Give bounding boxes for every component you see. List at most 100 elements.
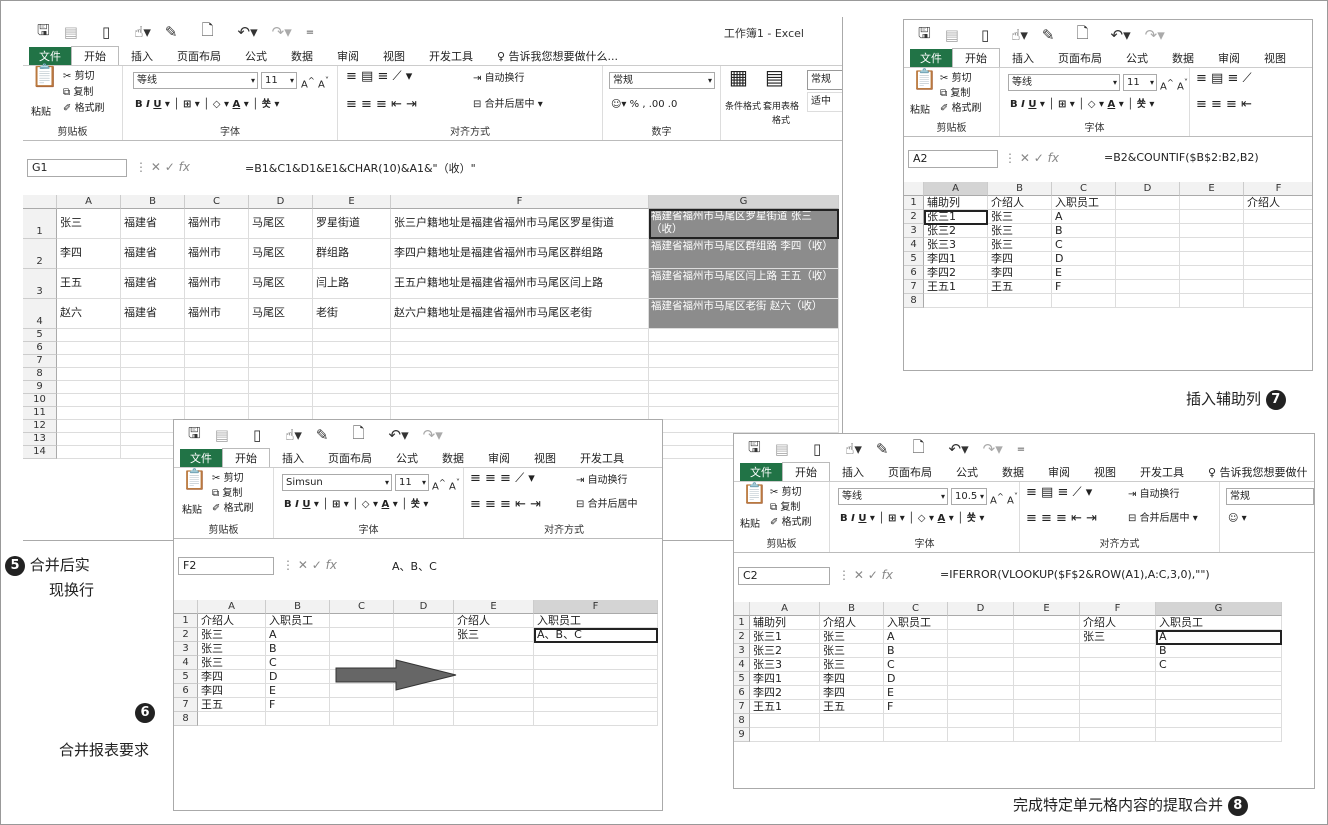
cell[interactable]: 张三 [57, 209, 121, 239]
tab-home[interactable]: 开始 [782, 462, 830, 482]
cell[interactable]: 张三 [820, 658, 884, 672]
tab-page-layout[interactable]: 页面布局 [1046, 49, 1114, 68]
cell[interactable]: 入职员工 [1156, 616, 1282, 630]
cell[interactable]: 张三 [820, 644, 884, 658]
column-header[interactable]: C [185, 195, 249, 209]
row-header[interactable]: 5 [734, 672, 750, 686]
number-format-buttons[interactable]: ☺▾ % , .00 .0 [611, 98, 677, 112]
column-header[interactable]: A [57, 195, 121, 209]
select-all-corner[interactable] [734, 602, 750, 616]
cell[interactable] [1080, 686, 1156, 700]
cell[interactable] [1244, 224, 1312, 238]
cell[interactable] [948, 672, 1014, 686]
cell[interactable]: 福建省 [121, 239, 185, 269]
style-normal[interactable]: 常规 [807, 70, 842, 90]
new-icon[interactable]: ▯ [981, 26, 989, 44]
cell[interactable]: 辅助列 [750, 616, 820, 630]
cell[interactable]: E [266, 684, 330, 698]
bold-italic-underline-buttons[interactable]: B I U ▾ │ ⊞ ▾ │ ◇ ▾ A ▾ │ 쑛 ▾ [135, 98, 279, 112]
cell[interactable]: 介绍人 [198, 614, 266, 628]
font-size-select[interactable]: 11 ▾ [1123, 74, 1157, 91]
brush-icon[interactable]: ✎ [876, 440, 889, 458]
halign-buttons[interactable]: ≡ ≡ ≡ ⇤ ⇥ [470, 498, 541, 512]
cell[interactable] [330, 628, 394, 642]
cell[interactable]: 李四户籍地址是福建省福州市马尾区群组路 [391, 239, 649, 269]
cell[interactable] [1244, 238, 1312, 252]
copy-button[interactable]: ⧉ 复制 [63, 86, 93, 100]
tab-file[interactable]: 文件 [740, 463, 782, 482]
format-painter-button[interactable]: ✐ 格式刷 [212, 502, 254, 516]
cell[interactable] [394, 712, 454, 726]
cell[interactable] [454, 656, 534, 670]
copy-button[interactable]: ⧉ 复制 [940, 87, 970, 101]
name-box[interactable]: F2 [178, 557, 274, 575]
cell[interactable] [1244, 210, 1312, 224]
paste-icon[interactable]: 📋 [912, 69, 937, 89]
tab-data[interactable]: 数据 [1160, 49, 1206, 68]
cell[interactable] [1156, 686, 1282, 700]
cell[interactable] [1156, 714, 1282, 728]
cell[interactable] [1180, 224, 1244, 238]
valign-buttons[interactable]: ≡ ≡ ≡ ⟋ ▾ [470, 472, 535, 486]
row-header[interactable]: 7 [23, 355, 57, 368]
cell[interactable] [534, 670, 658, 684]
cell[interactable] [1244, 294, 1312, 308]
cell[interactable]: 马尾区 [249, 299, 313, 329]
tab-insert[interactable]: 插入 [270, 449, 316, 468]
cell[interactable]: 赵六 [57, 299, 121, 329]
new-icon[interactable]: ▯ [253, 426, 261, 444]
tab-formulas[interactable]: 公式 [1114, 49, 1160, 68]
cell[interactable]: 张三 [454, 628, 534, 642]
cell[interactable] [1244, 266, 1312, 280]
cell[interactable] [1080, 700, 1156, 714]
halign-buttons[interactable]: ≡ ≡ ≡ ⇤ ⇥ [1026, 512, 1097, 526]
cell[interactable]: C [884, 658, 948, 672]
cell[interactable]: 入职员工 [266, 614, 330, 628]
cell[interactable] [391, 355, 649, 368]
select-all-corner[interactable] [23, 195, 57, 209]
cell[interactable] [1180, 210, 1244, 224]
cell[interactable] [948, 686, 1014, 700]
cell[interactable] [1080, 672, 1156, 686]
cell[interactable]: C [1052, 238, 1116, 252]
column-header[interactable]: A [924, 182, 988, 196]
cell[interactable]: F [266, 698, 330, 712]
column-header[interactable]: B [988, 182, 1052, 196]
tab-insert[interactable]: 插入 [1000, 49, 1046, 68]
cell[interactable] [249, 355, 313, 368]
font-name-select[interactable]: 等线 ▾ [133, 72, 258, 89]
cell[interactable]: 李四 [198, 684, 266, 698]
column-header[interactable]: E [454, 600, 534, 614]
cell[interactable]: 张三 [988, 224, 1052, 238]
fx-icon[interactable]: fx [179, 160, 190, 174]
wrap-text-button[interactable]: ⇥ 自动换行 [576, 474, 628, 488]
row-header[interactable]: 4 [904, 238, 924, 252]
tab-view[interactable]: 视图 [1252, 49, 1298, 68]
cell[interactable]: 李四 [198, 670, 266, 684]
cell[interactable]: 王五 [57, 269, 121, 299]
name-box[interactable]: C2 [738, 567, 830, 585]
cell[interactable] [1014, 728, 1080, 742]
column-header[interactable]: D [948, 602, 1014, 616]
row-header[interactable]: 8 [734, 714, 750, 728]
cell[interactable]: 王五 [198, 698, 266, 712]
tell-me-box[interactable]: ♀ 告诉我您想要做什 [1196, 463, 1314, 482]
cell[interactable] [1014, 714, 1080, 728]
row-header[interactable]: 8 [904, 294, 924, 308]
valign-buttons[interactable]: ≡ ▤ ≡ ⟋ [1196, 72, 1252, 86]
copy-button[interactable]: ⧉ 复制 [212, 487, 242, 501]
tab-file[interactable]: 文件 [180, 449, 222, 468]
preview-icon[interactable]: 🗋 [1076, 23, 1088, 48]
cut-button[interactable]: ✂ 剪切 [770, 486, 802, 500]
row-header[interactable]: 5 [904, 252, 924, 266]
cell[interactable] [649, 342, 839, 355]
tab-formulas[interactable]: 公式 [944, 463, 990, 482]
formula-input[interactable]: =B1&C1&D1&E1&CHAR(10)&A1&"（收）" [245, 160, 476, 176]
cell[interactable]: 赵六户籍地址是福建省福州市马尾区老街 [391, 299, 649, 329]
select-all-corner[interactable] [174, 600, 198, 614]
number-format-select[interactable]: 常规 ▾ [609, 72, 715, 89]
cell[interactable] [1116, 196, 1180, 210]
cell[interactable]: F [884, 700, 948, 714]
cell[interactable]: 李四 [988, 266, 1052, 280]
cell[interactable] [649, 420, 839, 433]
